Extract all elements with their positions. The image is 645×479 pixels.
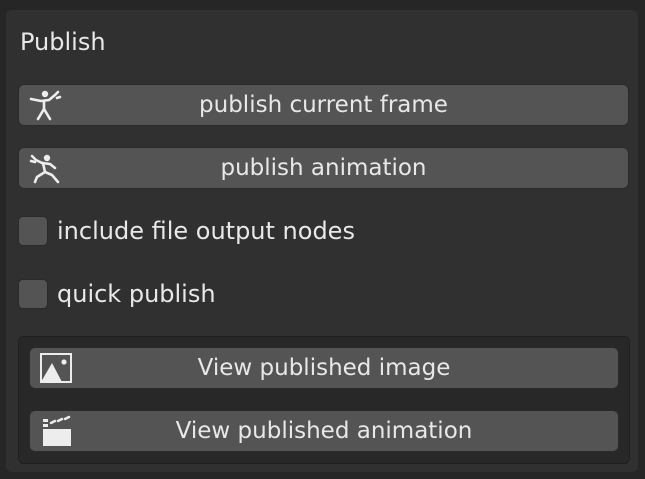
view-published-animation-label: View published animation	[175, 418, 473, 444]
pose-figure-icon	[27, 88, 63, 122]
include-file-output-nodes-label: include file output nodes	[57, 217, 355, 245]
include-file-output-nodes-checkbox[interactable]	[18, 216, 48, 246]
viewer-box: View published image View published anim…	[18, 336, 630, 464]
view-published-animation-button[interactable]: View published animation	[29, 410, 619, 452]
publish-panel: Publish publish current frame publish an…	[6, 10, 638, 472]
publish-current-frame-label: publish current frame	[199, 92, 448, 118]
panel-title: Publish	[20, 28, 106, 56]
view-published-image-button[interactable]: View published image	[29, 347, 619, 389]
include-file-output-nodes-row[interactable]: include file output nodes	[18, 214, 355, 248]
running-figure-icon	[27, 151, 63, 185]
quick-publish-row[interactable]: quick publish	[18, 277, 216, 311]
publish-animation-button[interactable]: publish animation	[18, 147, 629, 189]
quick-publish-label: quick publish	[57, 280, 216, 308]
image-icon	[38, 351, 74, 385]
view-published-image-label: View published image	[197, 355, 451, 381]
clapperboard-icon	[38, 414, 74, 448]
publish-current-frame-button[interactable]: publish current frame	[18, 84, 629, 126]
publish-animation-label: publish animation	[220, 155, 427, 181]
quick-publish-checkbox[interactable]	[18, 279, 48, 309]
